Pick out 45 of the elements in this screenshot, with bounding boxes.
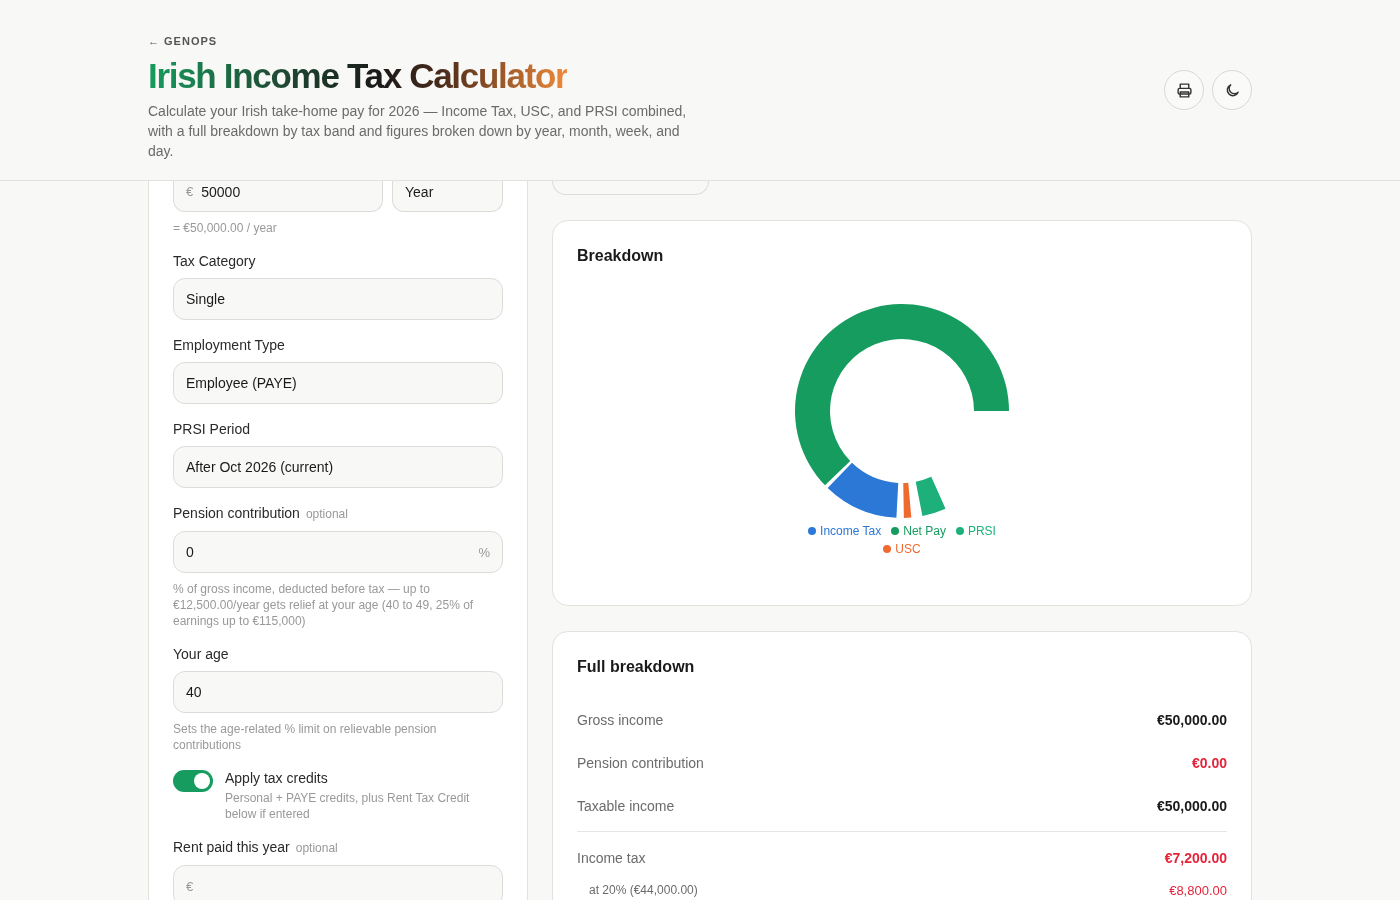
- row-value: €8,800.00: [1169, 882, 1227, 898]
- field-label: Tax Category: [173, 253, 256, 270]
- field-label: Pension contribution: [173, 505, 300, 522]
- input-field[interactable]: 40: [173, 671, 503, 713]
- input-field[interactable]: 0 %: [173, 531, 503, 573]
- currency-symbol: €: [186, 878, 194, 894]
- print-button[interactable]: [1164, 70, 1204, 110]
- legend-label: USC: [895, 541, 921, 557]
- row-value: €50,000.00: [1156, 797, 1227, 814]
- row-label: Taxable income: [577, 797, 675, 814]
- row-value: €0.00: [1191, 754, 1227, 771]
- legend-label: Income Tax: [820, 523, 882, 539]
- select-field[interactable]: Single: [173, 278, 503, 320]
- toggle-switch[interactable]: [173, 770, 213, 792]
- row-value: €50,000.00: [1156, 711, 1227, 728]
- legend-label: PRSI: [967, 523, 996, 539]
- hint-text: Sets the age-related % limit on relievable pension contributions: [173, 721, 438, 753]
- card-title: Breakdown: [577, 247, 665, 265]
- back-link[interactable]: ← GENOPS: [148, 35, 218, 47]
- page-description: Calculate your Irish take-home pay for 2026 — Income Tax, USC, and PRSI combined, with a full breakdown by tax band and figures broken down by year, month, week, and day.: [148, 102, 688, 161]
- optional-label: optional: [305, 506, 348, 523]
- field-label: PRSI Period: [173, 421, 251, 438]
- select-field[interactable]: Employee (PAYE): [173, 362, 503, 404]
- field-label: Your age: [173, 646, 229, 663]
- field-label: Rent paid this year: [173, 839, 290, 856]
- hint-text: % of gross income, deducted before tax — up to €12,500.00/year gets relief at your age (40 to 49, 25% of earnings up to €115,000): [173, 581, 475, 629]
- optional-label: optional: [295, 840, 338, 857]
- unit-label: %: [478, 544, 490, 560]
- currency-symbol: €: [186, 184, 194, 199]
- select-field[interactable]: After Oct 2026 (current): [173, 446, 503, 488]
- row-label: at 20% (€44,000.00): [588, 883, 698, 897]
- print-icon: [1175, 81, 1193, 99]
- period-select[interactable]: Year: [392, 181, 503, 212]
- row-label: Pension contribution: [577, 754, 704, 771]
- field-label: Employment Type: [173, 337, 285, 354]
- card-title: Full breakdown: [577, 658, 696, 676]
- legend-label: Net Pay: [903, 523, 946, 539]
- income-field[interactable]: € 50000: [173, 181, 383, 212]
- row-label: Gross income: [577, 711, 664, 728]
- row-label: Income tax: [577, 849, 646, 866]
- hint-text: = €50,000.00 / year: [173, 220, 278, 236]
- row-value: €7,200.00: [1164, 849, 1227, 866]
- theme-toggle-button[interactable]: [1212, 70, 1252, 110]
- toggle-label: Apply tax credits: [225, 770, 329, 786]
- hint-text: Personal + PAYE credits, plus Rent Tax Credit below if entered: [225, 790, 471, 822]
